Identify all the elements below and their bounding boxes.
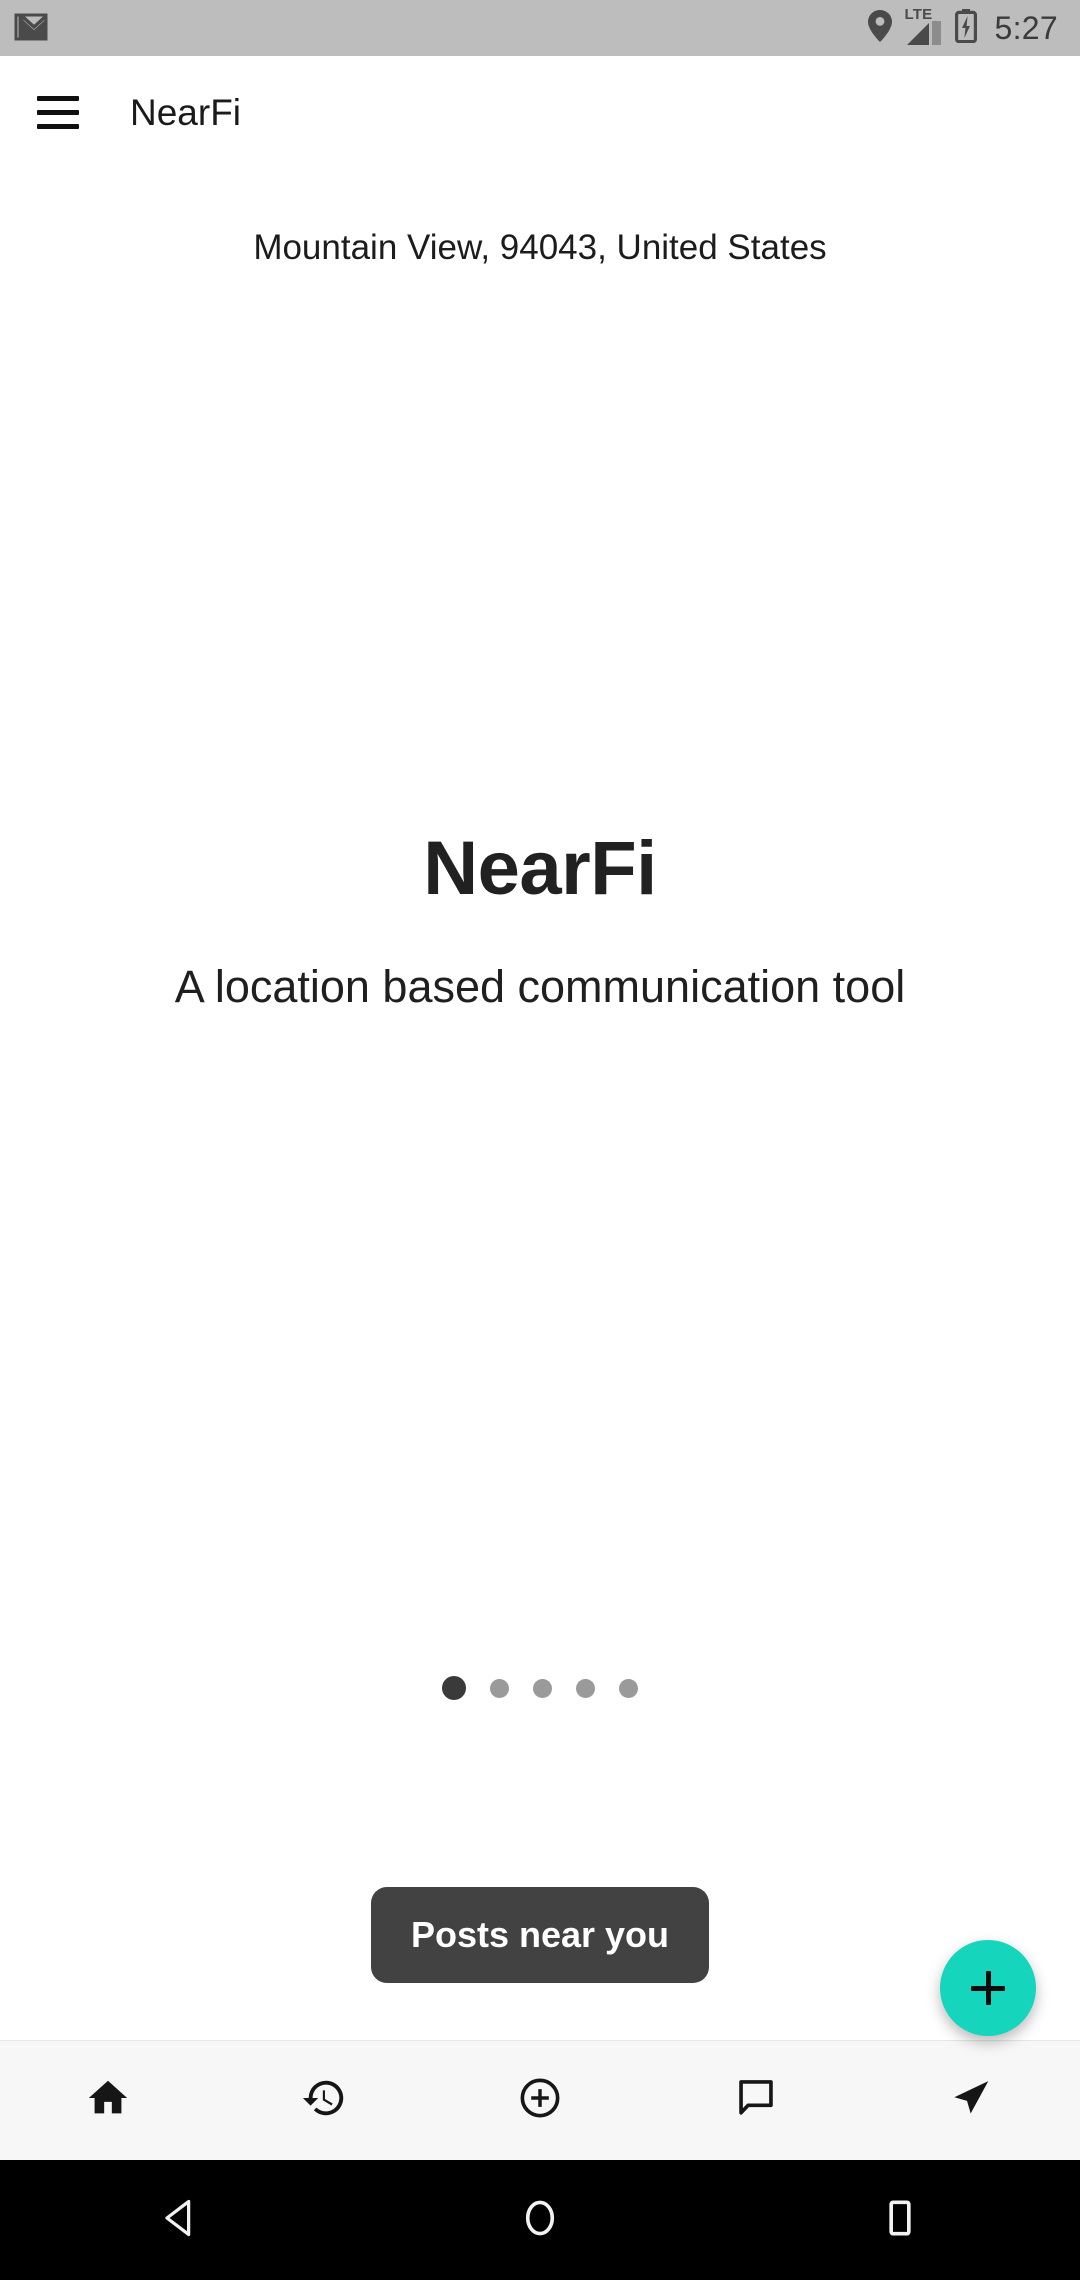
status-bar: LTE 5:27 <box>0 0 1080 56</box>
app-title: NearFi <box>130 91 242 133</box>
phone-screen: LTE 5:27 NearFi Mountain View, 94043, Un… <box>0 0 1080 2280</box>
nav-item-send[interactable] <box>864 2041 1080 2160</box>
recents-square-icon <box>877 2195 923 2246</box>
home-icon <box>85 2075 131 2126</box>
menu-bar-2 <box>37 109 79 115</box>
posts-near-you-tooltip[interactable]: Posts near you <box>370 1887 710 1983</box>
pager-dot-2[interactable] <box>490 1678 509 1698</box>
menu-bar-1 <box>37 95 79 101</box>
back-triangle-icon <box>157 2195 203 2246</box>
plus-icon-vertical <box>985 1971 991 2005</box>
nav-item-chat[interactable] <box>648 2041 864 2160</box>
pager-dot-3[interactable] <box>533 1678 552 1698</box>
history-icon <box>301 2075 347 2126</box>
pager-dot-5[interactable] <box>619 1678 638 1698</box>
lte-label: LTE <box>904 6 933 23</box>
home-circle-icon <box>517 2195 563 2246</box>
pager-dot-1[interactable] <box>442 1676 466 1700</box>
status-bar-clock: 5:27 <box>994 10 1058 46</box>
android-back-button[interactable] <box>0 2160 360 2280</box>
nav-item-history[interactable] <box>216 2041 432 2160</box>
location-pin-icon <box>867 9 893 48</box>
action-row: Posts near you <box>0 1850 1080 2040</box>
status-bar-notifications <box>14 11 48 46</box>
android-home-button[interactable] <box>360 2160 720 2280</box>
nav-item-add[interactable] <box>432 2041 648 2160</box>
pager-indicator[interactable] <box>0 1676 1080 1700</box>
battery-charging-icon <box>954 8 977 48</box>
page-subtitle: A location based communication tool <box>174 961 906 1013</box>
status-bar-system-icons: LTE 5:27 <box>867 6 1058 48</box>
pager-dot-4[interactable] <box>576 1678 595 1698</box>
page-title: NearFi <box>423 825 657 911</box>
app-bar: NearFi <box>0 56 1080 168</box>
send-icon <box>949 2075 995 2126</box>
add-post-fab[interactable] <box>940 1940 1036 2036</box>
menu-bar-3 <box>37 123 79 129</box>
bottom-navigation-bar <box>0 2040 1080 2160</box>
chat-bubble-icon <box>733 2075 779 2126</box>
hamburger-menu-icon[interactable] <box>28 82 88 142</box>
gmail-icon <box>14 11 48 46</box>
onboarding-slide: NearFi A location based communication to… <box>0 168 1080 1676</box>
nav-item-home[interactable] <box>0 2041 216 2160</box>
android-recents-button[interactable] <box>720 2160 1080 2280</box>
add-circle-icon <box>517 2075 563 2126</box>
lte-signal-icon: LTE <box>904 6 943 47</box>
android-system-navigation <box>0 2160 1080 2280</box>
